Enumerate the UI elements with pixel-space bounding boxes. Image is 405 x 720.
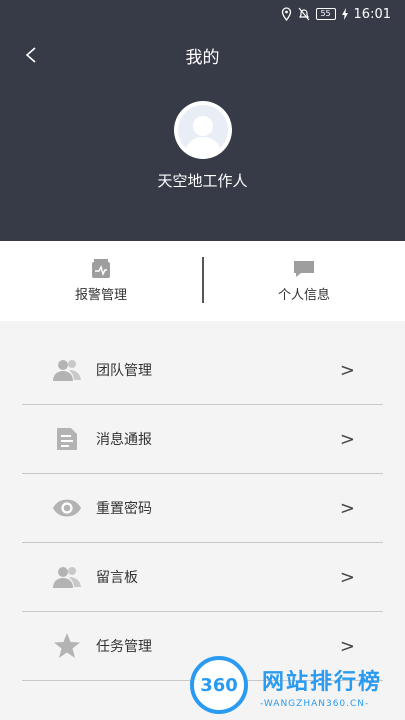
chevron-right-icon: >	[339, 359, 355, 381]
chat-bubble-icon	[294, 261, 314, 277]
charging-icon	[341, 8, 348, 20]
menu-label: 任务管理	[96, 639, 152, 655]
eye-icon	[52, 493, 82, 523]
menu-item-message-notice[interactable]: 消息通报 >	[22, 405, 383, 474]
site-watermark: 360 网站排行榜 -WANGZHAN360.CN-	[190, 656, 405, 720]
document-icon	[52, 424, 82, 454]
avatar[interactable]	[174, 101, 232, 159]
watermark-title: 网站排行榜	[262, 670, 383, 695]
personal-info-label: 个人信息	[277, 288, 330, 303]
chevron-right-icon: >	[339, 497, 355, 519]
settings-menu: 团队管理 > 消息通报 > 重置密码 > 留言板 > 任务管理 >	[0, 336, 405, 681]
menu-label: 重置密码	[96, 501, 152, 517]
chevron-right-icon: >	[339, 635, 355, 657]
status-bar: 55 16:01	[281, 6, 391, 22]
team-icon	[52, 355, 82, 385]
avatar-placeholder-icon	[178, 105, 228, 155]
battery-icon: 55	[315, 8, 336, 20]
chevron-right-icon: >	[339, 566, 355, 588]
alarm-box-icon	[92, 259, 110, 278]
profile-header: 55 16:01 我的 天空地工作人	[0, 0, 405, 241]
alarm-management-button[interactable]: 报警管理	[0, 241, 202, 321]
chevron-right-icon: >	[339, 428, 355, 450]
users-icon	[52, 562, 82, 592]
alarm-management-label: 报警管理	[74, 288, 127, 303]
menu-label: 团队管理	[96, 363, 152, 379]
user-name: 天空地工作人	[157, 172, 248, 190]
mute-icon	[298, 7, 310, 21]
location-icon	[281, 7, 292, 21]
watermark-logo-icon: 360	[190, 656, 248, 714]
menu-item-message-board[interactable]: 留言板 >	[22, 543, 383, 612]
clock-time: 16:01	[353, 6, 391, 22]
watermark-subtitle: -WANGZHAN360.CN-	[260, 699, 370, 709]
quick-actions-bar: 报警管理 个人信息	[0, 241, 405, 321]
menu-item-reset-password[interactable]: 重置密码 >	[22, 474, 383, 543]
menu-item-team-management[interactable]: 团队管理 >	[22, 336, 383, 405]
personal-info-button[interactable]: 个人信息	[203, 241, 405, 321]
star-icon	[52, 631, 82, 661]
menu-label: 消息通报	[96, 432, 152, 448]
page-title: 我的	[185, 48, 220, 68]
menu-label: 留言板	[96, 570, 138, 586]
